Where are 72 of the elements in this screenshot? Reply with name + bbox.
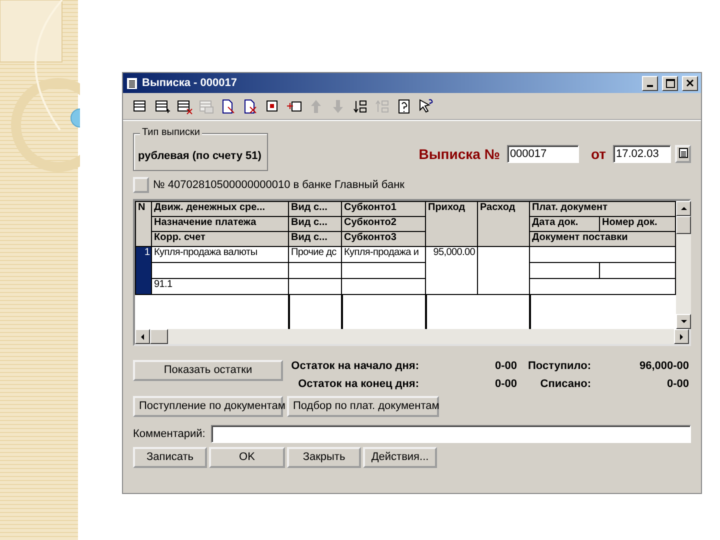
dialog-button[interactable]: Закрыть bbox=[287, 446, 361, 468]
minimize-button[interactable] bbox=[642, 76, 658, 90]
column-header: Субконто2 bbox=[342, 216, 426, 232]
maximize-button[interactable] bbox=[662, 76, 678, 90]
document-action-button[interactable]: Поступление по документам bbox=[133, 396, 283, 416]
column-header: Субконто3 bbox=[342, 232, 426, 246]
column-header: Плат. документ bbox=[530, 202, 676, 216]
grid-add-icon bbox=[154, 98, 171, 114]
group-legend: Тип выписки bbox=[140, 127, 202, 138]
column-header: Расход bbox=[478, 202, 530, 246]
sort-desc-icon bbox=[374, 98, 391, 114]
calendar-button[interactable] bbox=[675, 145, 691, 163]
table-cell: 95,000.00 bbox=[426, 246, 478, 294]
vertical-scrollbar[interactable] bbox=[676, 201, 691, 328]
balance-value: 0-00 bbox=[494, 360, 517, 372]
horizontal-scrollbar[interactable] bbox=[135, 328, 689, 344]
balance-label: Списано: bbox=[539, 378, 591, 390]
table-cell: 91.1 bbox=[152, 278, 288, 294]
column-header: Дата док. bbox=[530, 216, 600, 232]
number-field[interactable]: 000017 bbox=[506, 145, 579, 163]
column-header: Вид с... bbox=[288, 216, 342, 232]
dialog-button[interactable]: Записать bbox=[133, 446, 207, 468]
maximize-icon bbox=[666, 78, 674, 88]
column-header: Вид с... bbox=[288, 202, 342, 216]
balance-value: 0-00 bbox=[494, 378, 517, 390]
column-header: Документ поставки bbox=[530, 232, 676, 246]
table-cell bbox=[478, 246, 530, 294]
sort-asc-icon bbox=[352, 98, 369, 114]
balance-value: 96,000-00 bbox=[638, 360, 689, 372]
column-header: Движ. денежных сре... bbox=[152, 202, 288, 216]
comment-label: Комментарий: bbox=[133, 428, 206, 440]
calendar-icon bbox=[678, 148, 688, 158]
scroll-thumb[interactable] bbox=[150, 328, 168, 344]
table-cell: Купля-продажа и bbox=[342, 246, 426, 262]
date-field[interactable]: 17.02.03 bbox=[613, 145, 671, 163]
balance-label: Поступило: bbox=[526, 360, 591, 372]
grid-delete-icon bbox=[176, 98, 193, 114]
document-action-button[interactable]: Подбор по плат. документам bbox=[287, 396, 439, 416]
window-title: Выписка - 000017 bbox=[142, 77, 238, 89]
column-header: N bbox=[136, 202, 152, 246]
date-label: от bbox=[590, 146, 606, 162]
balance-label: Остаток на начало дня: bbox=[290, 360, 419, 372]
arrow-icon bbox=[679, 204, 688, 213]
column-header: Назначение платежа bbox=[152, 216, 288, 232]
column-header: Номер док. bbox=[600, 216, 676, 232]
row-number-cell[interactable]: 1 bbox=[136, 246, 152, 294]
statement-number-label: Выписка № bbox=[418, 146, 500, 162]
bank-account-text: № 40702810500000000010 в банке Главный банк bbox=[153, 179, 404, 191]
column-header: Приход bbox=[426, 202, 478, 246]
doc-icon bbox=[220, 98, 237, 114]
column-header: Субконто1 bbox=[342, 202, 426, 216]
table-cell: Купля-продажа валюты bbox=[152, 246, 288, 262]
document-icon bbox=[126, 76, 138, 90]
balance-value: 0-00 bbox=[666, 378, 689, 390]
close-icon bbox=[686, 79, 694, 87]
help-pointer-icon bbox=[418, 98, 435, 114]
statement-type-value: рублевая (по счету 51) bbox=[138, 150, 262, 162]
balance-label: Остаток на конец дня: bbox=[297, 378, 419, 390]
close-button[interactable] bbox=[682, 76, 698, 90]
dialog-button[interactable]: OK bbox=[209, 446, 285, 468]
table-cell bbox=[288, 278, 342, 294]
comment-field[interactable] bbox=[211, 424, 691, 442]
dialog-button[interactable]: Действия... bbox=[363, 446, 437, 468]
column-header: Корр. счет bbox=[152, 232, 288, 246]
scroll-thumb[interactable] bbox=[676, 216, 691, 234]
column-header: Вид с... bbox=[288, 232, 342, 246]
table-cell bbox=[288, 262, 342, 278]
doc-delete-icon bbox=[242, 98, 259, 114]
grid-copy-icon bbox=[198, 98, 215, 114]
table-cell: Прочие дс bbox=[288, 246, 342, 262]
table-cell bbox=[530, 262, 600, 278]
show-balances-button[interactable]: Показать остатки bbox=[133, 360, 283, 380]
